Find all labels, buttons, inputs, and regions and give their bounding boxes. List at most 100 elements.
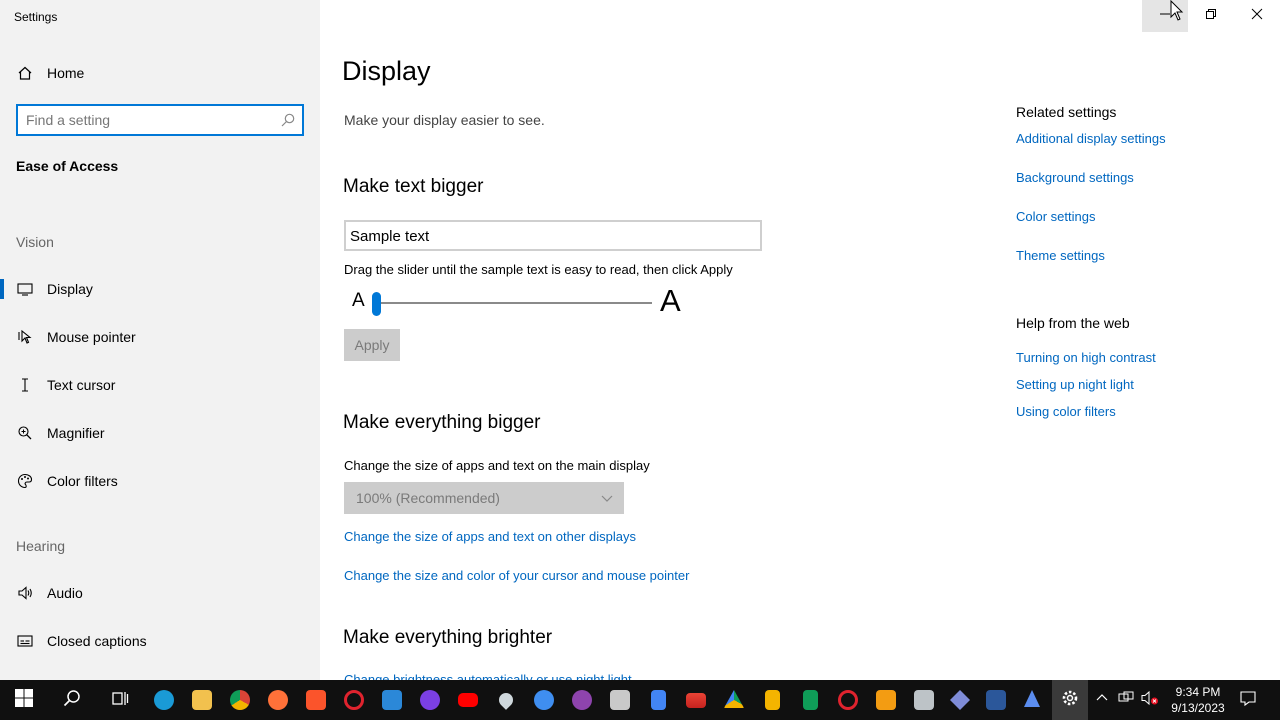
text-bigger-heading: Make text bigger	[343, 176, 484, 197]
text-size-slider-thumb[interactable]	[372, 292, 381, 316]
settings-taskbar-icon[interactable]	[1052, 680, 1088, 720]
category-heading: Ease of Access	[16, 158, 119, 174]
scale-dropdown[interactable]: 100% (Recommended)	[344, 482, 624, 514]
sheets-taskbar-icon[interactable]	[796, 686, 824, 714]
water-drop-taskbar-icon[interactable]	[492, 686, 520, 714]
notification-icon	[1239, 689, 1257, 712]
sidebar-item-display[interactable]: Display	[0, 269, 320, 309]
store-icon	[610, 690, 630, 710]
docs-taskbar-icon[interactable]	[644, 686, 672, 714]
related-link-additional-display[interactable]: Additional display settings	[1016, 131, 1166, 146]
drive-taskbar-icon[interactable]	[720, 686, 748, 714]
sidebar-item-color-filters[interactable]: Color filters	[0, 461, 320, 501]
youtube-icon	[458, 693, 478, 707]
sidebar-item-label: Text cursor	[47, 377, 116, 393]
store-taskbar-icon[interactable]	[606, 686, 634, 714]
gmail-taskbar-icon[interactable]	[682, 686, 710, 714]
sheets-icon	[802, 690, 818, 710]
apply-button[interactable]: Apply	[344, 329, 400, 361]
edge-icon	[154, 690, 174, 710]
start-button[interactable]	[10, 686, 38, 714]
other-displays-link[interactable]: Change the size of apps and text on othe…	[344, 529, 636, 544]
sidebar-item-text-cursor[interactable]: Text cursor	[0, 365, 320, 405]
sample-text-box: Sample text	[344, 220, 762, 251]
restore-button[interactable]	[1188, 0, 1234, 32]
help-link-high-contrast[interactable]: Turning on high contrast	[1016, 350, 1156, 365]
clock-date: 9/13/2023	[1171, 701, 1225, 715]
page-subtitle: Make your display easier to see.	[344, 112, 545, 128]
network-tray-icon[interactable]	[1116, 690, 1136, 710]
sidebar-item-closed-captions[interactable]: Closed captions	[0, 621, 320, 661]
firefox-taskbar-icon[interactable]	[264, 686, 292, 714]
photos-taskbar-icon[interactable]	[910, 686, 938, 714]
tray-overflow-button[interactable]	[1092, 690, 1112, 710]
sidebar: Settings Home Ease of Access Vision Disp…	[0, 0, 320, 680]
sidebar-item-audio[interactable]: Audio	[0, 573, 320, 613]
magnifier-icon	[16, 424, 34, 442]
search-box[interactable]	[16, 104, 304, 136]
opera-icon	[344, 690, 364, 710]
g-app-icon	[876, 690, 896, 710]
edge-taskbar-icon[interactable]	[150, 686, 178, 714]
g-app-taskbar-icon[interactable]	[872, 686, 900, 714]
sidebar-item-label: Color filters	[47, 473, 118, 489]
slides-icon	[764, 690, 780, 710]
related-link-background[interactable]: Background settings	[1016, 170, 1134, 185]
related-link-theme[interactable]: Theme settings	[1016, 248, 1105, 263]
file-explorer-taskbar-icon[interactable]	[188, 686, 216, 714]
opera-2-taskbar-icon[interactable]	[834, 686, 862, 714]
mask-app-2-taskbar-icon[interactable]	[568, 686, 596, 714]
sidebar-item-magnifier[interactable]: Magnifier	[0, 413, 320, 453]
heartbeat-app-taskbar-icon[interactable]	[378, 686, 406, 714]
search-taskbar-button[interactable]	[58, 686, 86, 714]
text-size-slider-track[interactable]	[376, 302, 652, 304]
task-view-icon	[111, 689, 129, 712]
cursor-size-link[interactable]: Change the size and color of your cursor…	[344, 568, 689, 583]
hearing-group-heading: Hearing	[16, 538, 66, 554]
mouse-pointer-icon	[16, 328, 34, 346]
slides-taskbar-icon[interactable]	[758, 686, 786, 714]
text-cursor-icon	[16, 376, 34, 394]
speaker-muted-icon	[1141, 690, 1159, 711]
related-link-color[interactable]: Color settings	[1016, 209, 1095, 224]
mouse-cursor-icon	[1170, 0, 1184, 27]
sidebar-item-label: Closed captions	[47, 633, 147, 649]
notifications-button[interactable]	[1238, 690, 1258, 710]
help-link-night-light[interactable]: Setting up night light	[1016, 377, 1134, 392]
search-icon[interactable]	[280, 112, 296, 133]
brave-icon	[306, 690, 326, 710]
main-content: Display Make your display easier to see.…	[320, 0, 1280, 680]
sidebar-item-label: Display	[47, 281, 93, 297]
opera-taskbar-icon[interactable]	[340, 686, 368, 714]
firefox-dev-taskbar-icon[interactable]	[530, 686, 558, 714]
crystal-app-taskbar-icon[interactable]	[946, 686, 974, 714]
taskbar-clock[interactable]: 9:34 PM 9/13/2023	[1162, 684, 1234, 716]
sailboat-app-taskbar-icon[interactable]	[1018, 686, 1046, 714]
volume-tray-icon[interactable]	[1140, 690, 1160, 710]
brave-taskbar-icon[interactable]	[302, 686, 330, 714]
home-nav-item[interactable]: Home	[0, 53, 320, 93]
help-link-color-filters[interactable]: Using color filters	[1016, 404, 1116, 419]
monitor-icon	[16, 280, 34, 298]
task-view-button[interactable]	[106, 686, 134, 714]
big-a-label: A	[660, 283, 681, 318]
brightness-link[interactable]: Change brightness automatically or use n…	[344, 671, 632, 680]
chrome-taskbar-icon[interactable]	[226, 686, 254, 714]
youtube-taskbar-icon[interactable]	[454, 686, 482, 714]
chrome-icon	[230, 690, 250, 710]
home-label: Home	[47, 65, 85, 81]
firefox-icon	[268, 690, 288, 710]
network-icon	[1118, 690, 1134, 711]
gear-icon	[1060, 688, 1080, 713]
mask-icon	[420, 690, 440, 710]
search-input[interactable]	[18, 112, 268, 128]
color-filters-icon	[16, 472, 34, 490]
home-icon	[16, 64, 34, 82]
word-taskbar-icon[interactable]	[982, 686, 1010, 714]
firefox-dev-icon	[534, 690, 554, 710]
sidebar-item-mouse-pointer[interactable]: Mouse pointer	[0, 317, 320, 357]
search-icon	[63, 689, 81, 712]
close-button[interactable]	[1234, 0, 1280, 32]
sidebar-item-label: Mouse pointer	[47, 329, 136, 345]
mask-app-taskbar-icon[interactable]	[416, 686, 444, 714]
